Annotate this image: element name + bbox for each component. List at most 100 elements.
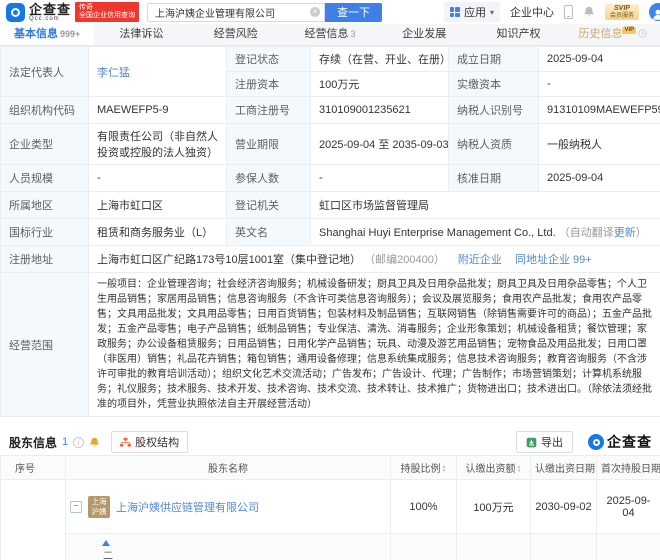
info-icon[interactable]: i [73,437,84,448]
shareholder-amount: 100万元 [457,480,531,534]
monitor-bell-icon[interactable] [89,437,100,448]
collapse-triangle-icon[interactable] [102,540,110,546]
notifications-bell-icon[interactable] [583,6,595,18]
level-label: 二级股东 [99,550,114,560]
op-period-label: 营业期限 [227,124,311,165]
tab-operation-info[interactable]: 经营信息3 [283,24,377,45]
svip-member-badge[interactable]: SVIP 会员服务 [605,4,639,20]
shareholder-row-no: 1 [1,480,66,560]
insured-value: - [311,165,449,192]
collapse-box-icon[interactable]: − [70,501,82,513]
taxpayer-id-label: 纳税人识别号 [449,97,539,124]
auto-translate-prefix: （自动翻译 [559,227,614,239]
search-button[interactable]: 查一下 [325,3,382,22]
staff-size-label: 人员规模 [1,165,89,192]
search-input[interactable] [155,7,310,18]
user-avatar[interactable] [649,3,660,21]
approval-date-value: 2025-09-04 [539,165,660,192]
tab-legal[interactable]: 法律诉讼 [94,24,188,45]
tab-risk[interactable]: 经营风险 [189,24,283,45]
qcc-brand-text: 企查查 Qcc.com [29,3,71,22]
reg-authority-label: 登记机关 [227,192,311,219]
tab-risk-label: 经营风险 [214,28,258,40]
sub-shareholder-row: 二级股东 + 沪上阿姨（上海）实业股份有限公司 100% 1000万元 2029… [1,534,660,560]
export-button[interactable]: 导出 [516,431,573,453]
shareholder-date: 2030-09-02 [531,480,597,534]
svip-label: SVIP [610,5,634,13]
apps-menu[interactable]: 应用 ▾ [444,2,500,22]
qcc-logo[interactable]: 企查查 Qcc.com [6,3,71,22]
col-date: 认缴出资日期▲▼ [531,456,597,480]
col-amount-label: 认缴出资额 [466,464,516,475]
shareholder-first-date: 2025-09-04 [597,480,660,534]
tab-basic-info[interactable]: 基本信息999+ [0,24,94,45]
est-date-value: 2025-09-04 [539,47,660,72]
sort-amount-icon[interactable]: ▲▼ [517,465,522,473]
tab-basic-info-label: 基本信息 [14,28,58,40]
reg-status-value: 存续（在营、开业、在册） [311,47,449,72]
col-date-label: 认缴出资日期 [535,464,595,475]
promo-line2: 全国企业信用查询 [79,12,135,20]
col-no: 序号 [1,456,66,480]
reg-capital-value: 100万元 [311,72,449,97]
sort-ratio-icon[interactable]: ▲▼ [442,465,447,473]
translate-update-link[interactable]: 更新 [614,227,636,239]
industry-label: 国标行业 [1,219,89,246]
clear-icon[interactable]: × [310,7,320,17]
sub-shareholder-first-date [597,534,660,560]
legal-rep-link[interactable]: 李仁猛 [97,67,130,79]
col-ratio: 持股比例▲▼ [391,456,457,480]
tab-operation-label: 经营信息 [304,28,348,40]
est-date-label: 成立日期 [449,47,539,72]
enterprise-center-link[interactable]: 企业中心 [510,4,554,20]
address-value: 上海市虹口区广纪路173号10层1001室（集中登记地） [97,254,361,266]
equity-structure-button[interactable]: 股权结构 [111,431,188,453]
same-address-link[interactable]: 同地址企业 99+ [515,254,592,266]
paid-capital-label: 实缴资本 [449,72,539,97]
shareholders-count: 1 [62,436,68,448]
company-logo-badge: 上海 沪姨 [88,496,110,518]
qcc-logo-icon [6,3,25,22]
qcc-watermark-icon [588,434,604,450]
tab-development-label: 企业发展 [402,28,446,40]
tab-development[interactable]: 企业发展 [377,24,471,45]
shareholder-company-link[interactable]: 上海沪姨供应链管理有限公司 [116,499,259,515]
sub-shareholder-ratio: 100% [391,534,457,560]
shareholders-title: 股东信息 [9,434,57,451]
svip-sub-label: 会员服务 [610,13,634,20]
qcc-watermark: 企查查 [588,432,652,452]
reg-authority-value: 虹口区市场监督管理局 [311,192,660,219]
staff-size-value: - [89,165,227,192]
company-type-label: 企业类型 [1,124,89,165]
tab-history-vip-badge: VIP [622,27,636,34]
equity-structure-label: 股权结构 [135,434,179,450]
org-code-label: 组织机构代码 [1,97,89,124]
tab-ip[interactable]: 知识产权 [471,24,565,45]
company-type-value: 有限责任公司（非自然人投资或控股的法人独资） [89,124,227,165]
address-postcode: （邮编200400） [364,254,445,266]
legal-rep-label: 法定代表人 [1,47,89,97]
reg-status-label: 登记状态 [227,47,311,72]
insured-label: 参保人数 [227,165,311,192]
tab-operation-badge: 3 [350,29,355,39]
nearby-companies-link[interactable]: 附近企业 [458,254,502,266]
top-right-nav: 应用 ▾ 企业中心 SVIP 会员服务 [444,2,660,22]
scope-value: 一般项目：企业管理咨询；社会经济咨询服务；机械设备研发；厨具卫具及日用杂品批发；… [89,273,660,417]
export-icon [526,437,537,448]
col-amount: 认缴出资额▲▼ [457,456,531,480]
clock-icon [638,29,647,38]
col-name: 股东名称 [66,456,391,480]
english-name-value: Shanghai Huyi Enterprise Management Co.,… [319,227,556,239]
english-name-label: 英文名 [227,219,311,246]
tab-history[interactable]: 历史信息VIP [566,24,660,45]
chevron-down-icon: ▾ [490,8,494,17]
mobile-app-icon[interactable] [564,5,573,19]
address-cell: 上海市虹口区广纪路173号10层1001室（集中登记地） （邮编200400） … [89,246,660,273]
basic-info-table: 法定代表人 李仁猛 登记状态 存续（在营、开业、在册） 成立日期 2025-09… [0,46,660,417]
biz-reg-no-value: 310109001235621 [311,97,449,124]
region-label: 所属地区 [1,192,89,219]
org-code-value: MAEWEFP5-9 [89,97,227,124]
sub-shareholder-amount: 1000万元 [457,534,531,560]
scope-label: 经营范围 [1,273,89,417]
taxpayer-quality-value: 一般纳税人 [539,124,660,165]
